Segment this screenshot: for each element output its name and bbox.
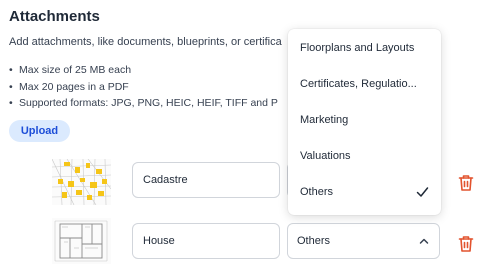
- dropdown-option-label: Others: [300, 186, 334, 198]
- checkmark-icon: [416, 187, 429, 197]
- dropdown-option-floorplans[interactable]: Floorplans and Layouts: [288, 30, 441, 66]
- rule-max-pages: Max 20 pages in a PDF: [9, 79, 278, 96]
- chevron-up-icon: [419, 238, 429, 244]
- trash-icon[interactable]: [458, 235, 474, 253]
- category-dropdown-menu: Floorplans and Layouts Certificates, Reg…: [288, 29, 441, 215]
- cadastre-thumbnail[interactable]: [52, 159, 111, 205]
- dropdown-option-others[interactable]: Others: [288, 174, 441, 210]
- attachment-name-input[interactable]: Cadastre: [132, 162, 280, 198]
- attachment-category-select[interactable]: Others: [287, 223, 440, 259]
- dropdown-option-certificates[interactable]: Certificates, Regulatio...: [288, 66, 441, 102]
- dropdown-option-marketing[interactable]: Marketing: [288, 102, 441, 138]
- rule-formats: Supported formats: JPG, PNG, HEIC, HEIF,…: [9, 95, 278, 112]
- attachment-name-input[interactable]: House: [132, 223, 280, 259]
- trash-icon[interactable]: [458, 174, 474, 192]
- house-thumbnail[interactable]: [52, 218, 111, 264]
- attachments-title: Attachments: [9, 8, 100, 25]
- upload-rules-list: Max size of 25 MB each Max 20 pages in a…: [9, 62, 278, 112]
- selected-category: Others: [297, 235, 331, 247]
- dropdown-option-valuations[interactable]: Valuations: [288, 138, 441, 174]
- rule-max-size: Max size of 25 MB each: [9, 62, 278, 79]
- upload-button[interactable]: Upload: [9, 120, 70, 142]
- attachments-description: Add attachments, like documents, bluepri…: [9, 36, 282, 48]
